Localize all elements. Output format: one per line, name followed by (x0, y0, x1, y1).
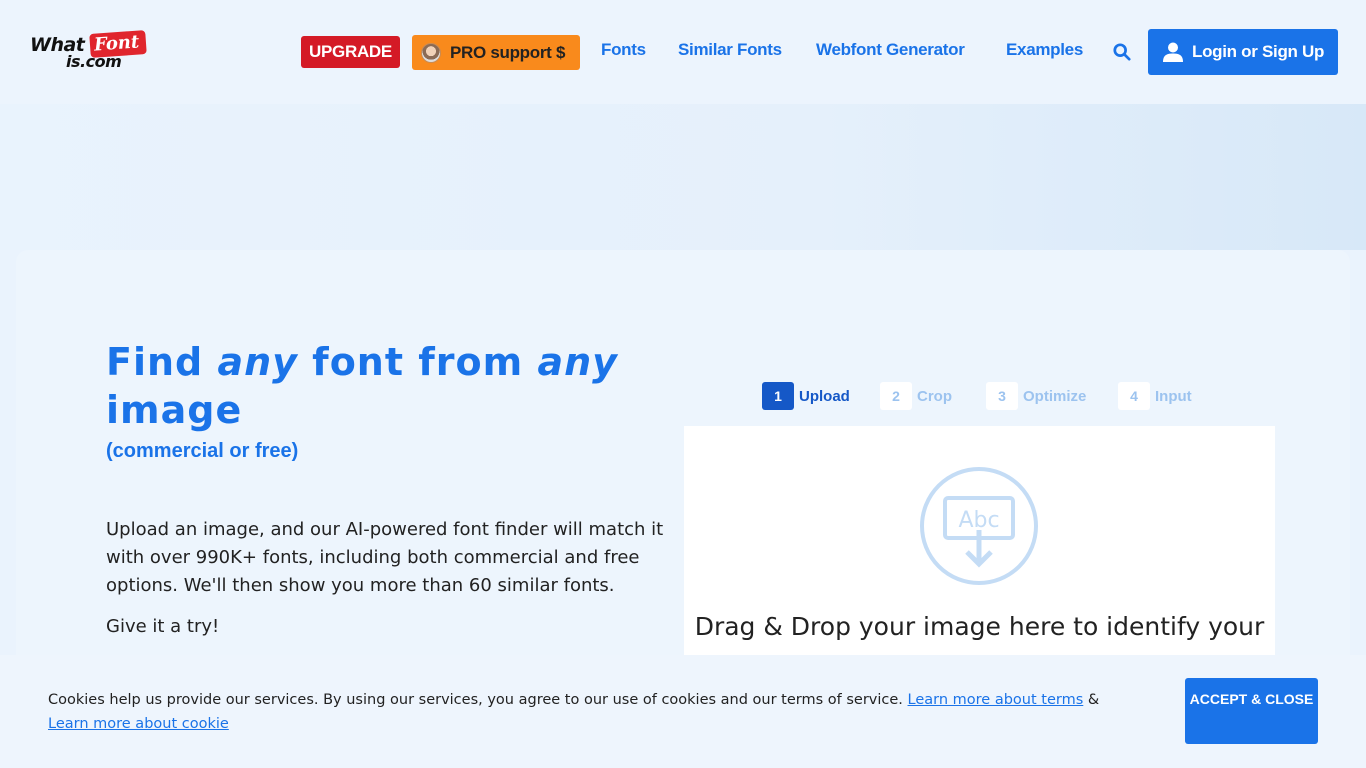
cookie-amp: & (1087, 692, 1100, 708)
site-header: What Font is.com UPGRADE PRO support $ F… (0, 0, 1366, 104)
cookie-message: Cookies help us provide our services. By… (48, 688, 1138, 736)
step-label: Input (1155, 387, 1192, 405)
nav-examples[interactable]: Examples (1006, 40, 1083, 60)
nav-similar-fonts[interactable]: Similar Fonts (678, 40, 782, 60)
upgrade-button[interactable]: UPGRADE (301, 36, 400, 68)
dropzone-text: Drag & Drop your image here to identify … (694, 612, 1265, 641)
title-emphasis: any (217, 340, 298, 384)
step-optimize[interactable]: 3 Optimize (986, 382, 1086, 410)
whatfontis-logo[interactable]: What Font is.com (30, 30, 148, 74)
hero-cta-text: Give it a try! (106, 616, 220, 637)
step-number: 2 (880, 382, 912, 410)
step-label: Optimize (1023, 387, 1087, 405)
hero-title: Find any font from any image (106, 338, 666, 434)
step-label: Crop (917, 387, 952, 405)
hero-description: Upload an image, and our AI-powered font… (106, 519, 664, 596)
pro-support-label: PRO support $ (450, 43, 566, 62)
pro-support-button[interactable]: PRO support $ (412, 35, 580, 70)
step-number: 1 (762, 382, 794, 410)
title-text: image (106, 388, 243, 432)
abc-icon-text: Abc (958, 508, 999, 533)
banner-area (0, 104, 1366, 250)
nav-webfont-generator[interactable]: Webfont Generator (816, 40, 965, 60)
logo-iscom: is.com (66, 52, 122, 71)
nav-fonts[interactable]: Fonts (601, 40, 646, 60)
user-icon (1163, 42, 1183, 62)
step-upload[interactable]: 1 Upload (762, 382, 850, 410)
cookie-text: Cookies help us provide our services. By… (48, 692, 903, 708)
upload-image-icon[interactable]: Abc (919, 466, 1039, 586)
step-number: 4 (1118, 382, 1150, 410)
cookie-link[interactable]: Learn more about cookie (48, 716, 229, 732)
login-signup-button[interactable]: Login or Sign Up (1148, 29, 1338, 75)
avatar (421, 43, 441, 63)
accept-close-button[interactable]: ACCEPT & CLOSE (1185, 678, 1318, 744)
step-label: Upload (799, 387, 850, 405)
step-crop[interactable]: 2 Crop (880, 382, 952, 410)
login-label: Login or Sign Up (1192, 42, 1325, 61)
hero-subtitle: (commercial or free) (106, 440, 299, 462)
search-icon[interactable] (1113, 43, 1131, 61)
step-input[interactable]: 4 Input (1118, 382, 1192, 410)
title-text: Find (106, 340, 218, 384)
step-number: 3 (986, 382, 1018, 410)
title-emphasis: any (537, 340, 618, 384)
title-text: font from (297, 340, 538, 384)
terms-link[interactable]: Learn more about terms (908, 692, 1084, 708)
